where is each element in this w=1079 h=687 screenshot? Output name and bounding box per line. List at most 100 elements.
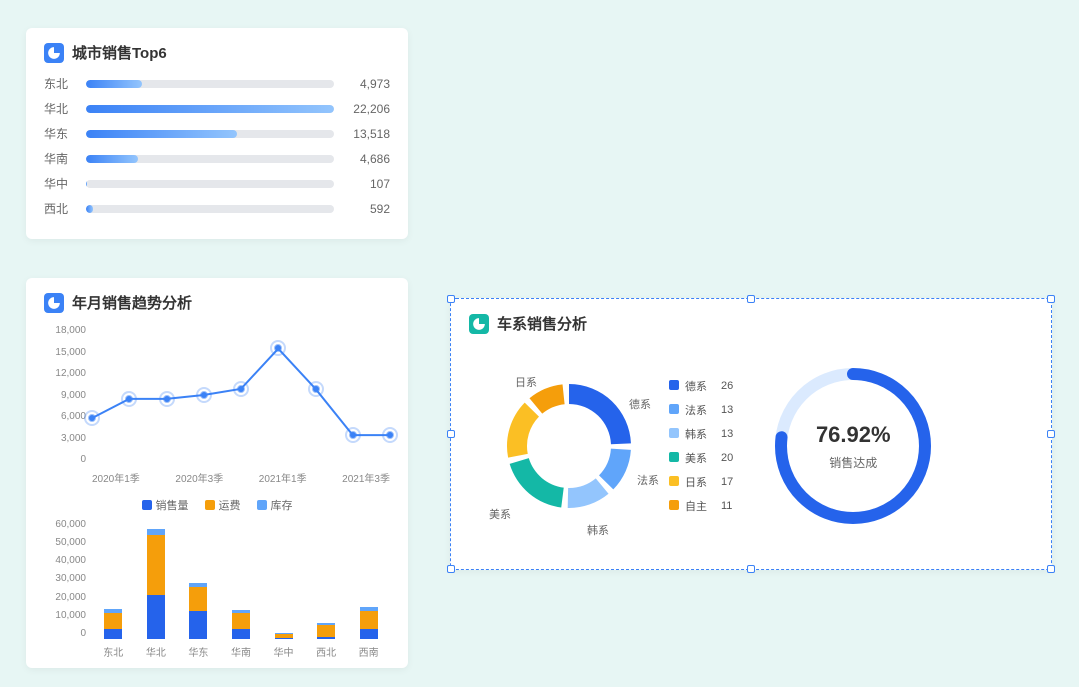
y-tick: 0 xyxy=(44,454,86,465)
bar-plot xyxy=(92,519,390,639)
bar-yaxis: 60,00050,00040,00030,00020,00010,0000 xyxy=(44,519,86,639)
legend-item[interactable]: 销售量 xyxy=(142,497,189,513)
bar-column xyxy=(189,583,207,639)
bar-segment xyxy=(189,611,207,639)
trend-title: 年月销售趋势分析 xyxy=(44,292,390,313)
resize-handle-tr[interactable] xyxy=(1047,295,1055,303)
legend-name: 法系 xyxy=(685,405,707,417)
bar-xaxis: 东北华北华东华南华中西北西南 xyxy=(92,644,390,659)
donut-label: 韩系 xyxy=(587,522,609,538)
trend-title-text: 年月销售趋势分析 xyxy=(72,292,192,313)
legend-name: 日系 xyxy=(685,477,707,489)
gauge-label: 销售达成 xyxy=(829,454,877,471)
top6-label: 华东 xyxy=(44,125,76,142)
legend-item[interactable]: 自主 xyxy=(669,498,707,514)
legend-item[interactable]: 库存 xyxy=(257,497,293,513)
top6-row: 华中 107 xyxy=(44,175,390,192)
legend-label: 运费 xyxy=(219,497,241,513)
bar-segment xyxy=(147,535,165,595)
legend-value: 20 xyxy=(721,452,733,464)
resize-handle-r[interactable] xyxy=(1047,430,1055,438)
y-tick: 50,000 xyxy=(44,537,86,548)
x-tick: 华北 xyxy=(146,644,166,659)
x-tick: 华中 xyxy=(274,644,294,659)
bar-column xyxy=(317,623,335,639)
top6-value: 13,518 xyxy=(344,127,390,141)
y-tick: 12,000 xyxy=(44,368,86,379)
y-tick: 18,000 xyxy=(44,325,86,336)
donut-segment xyxy=(599,449,631,490)
bar-track xyxy=(86,80,334,88)
y-tick: 30,000 xyxy=(44,573,86,584)
legend-item[interactable]: 运费 xyxy=(205,497,241,513)
top6-bars: 东北 4,973 华北 22,206 华东 13,518 华南 4,686 华中 xyxy=(44,75,390,217)
y-tick: 10,000 xyxy=(44,610,86,621)
resize-handle-br[interactable] xyxy=(1047,565,1055,573)
donut-segment xyxy=(568,478,609,508)
legend-value: 13 xyxy=(721,404,733,416)
top6-row: 华东 13,518 xyxy=(44,125,390,142)
legend-item[interactable]: 美系 xyxy=(669,450,707,466)
legend-name: 德系 xyxy=(685,381,707,393)
resize-handle-bl[interactable] xyxy=(447,565,455,573)
legend-item[interactable]: 韩系 xyxy=(669,426,707,442)
legend-item[interactable]: 德系 xyxy=(669,378,707,394)
bar-fill xyxy=(86,180,87,188)
trend-legend: 销售量 运费库存 xyxy=(44,497,390,513)
top6-value: 107 xyxy=(344,177,390,191)
x-tick: 西北 xyxy=(316,644,336,659)
bar-track xyxy=(86,105,334,113)
bar-segment xyxy=(317,625,335,637)
bar-column xyxy=(232,610,250,639)
bar-track xyxy=(86,155,334,163)
series-panel[interactable]: 车系销售分析 日系德系法系韩系美系 德系26法系13韩系13美系20日系17自主… xyxy=(450,298,1052,570)
top6-label: 华北 xyxy=(44,100,76,117)
top6-label: 西北 xyxy=(44,200,76,217)
legend-swatch xyxy=(669,428,679,438)
top6-row: 华北 22,206 xyxy=(44,100,390,117)
bar-track xyxy=(86,130,334,138)
x-tick: 东北 xyxy=(103,644,123,659)
trend-panel: 年月销售趋势分析 18,00015,00012,0009,0006,0003,0… xyxy=(26,278,408,668)
donut-label: 日系 xyxy=(515,374,537,390)
legend-swatch xyxy=(669,404,679,414)
y-tick: 0 xyxy=(44,628,86,639)
legend-item[interactable]: 法系 xyxy=(669,402,707,418)
resize-handle-l[interactable] xyxy=(447,430,455,438)
x-tick: 华东 xyxy=(188,644,208,659)
resize-handle-b[interactable] xyxy=(747,565,755,573)
top6-row: 华南 4,686 xyxy=(44,150,390,167)
legend-value: 11 xyxy=(721,500,733,512)
bar-segment xyxy=(360,629,378,639)
bar-column xyxy=(360,607,378,639)
bar-segment xyxy=(147,595,165,639)
top6-title: 城市销售Top6 xyxy=(44,42,390,63)
legend-swatch xyxy=(669,452,679,462)
bar-fill xyxy=(86,205,93,213)
y-tick: 15,000 xyxy=(44,347,86,358)
stacked-bar-chart: 60,00050,00040,00030,00020,00010,0000 东北… xyxy=(44,519,390,669)
bar-segment xyxy=(104,629,122,639)
legend-swatch xyxy=(669,476,679,486)
data-point xyxy=(84,410,100,426)
series-title: 车系销售分析 xyxy=(469,313,1033,334)
legend-value: 26 xyxy=(721,380,733,392)
resize-handle-t[interactable] xyxy=(747,295,755,303)
top6-row: 东北 4,973 xyxy=(44,75,390,92)
x-tick: 2020年1季 xyxy=(92,470,140,485)
series-title-text: 车系销售分析 xyxy=(497,313,587,334)
legend-label: 销售量 xyxy=(156,497,189,513)
line-yaxis: 18,00015,00012,0009,0006,0003,0000 xyxy=(44,325,86,465)
line-plot xyxy=(92,325,390,465)
data-point xyxy=(270,340,286,356)
bar-fill xyxy=(86,130,237,138)
resize-handle-tl[interactable] xyxy=(447,295,455,303)
top6-value: 22,206 xyxy=(344,102,390,116)
legend-swatch xyxy=(669,500,679,510)
bar-segment xyxy=(317,637,335,639)
donut-label: 美系 xyxy=(489,506,511,522)
bar-segment xyxy=(232,613,250,629)
legend-swatch xyxy=(205,500,215,510)
legend-item[interactable]: 日系 xyxy=(669,474,707,490)
donut-segment xyxy=(507,403,539,458)
